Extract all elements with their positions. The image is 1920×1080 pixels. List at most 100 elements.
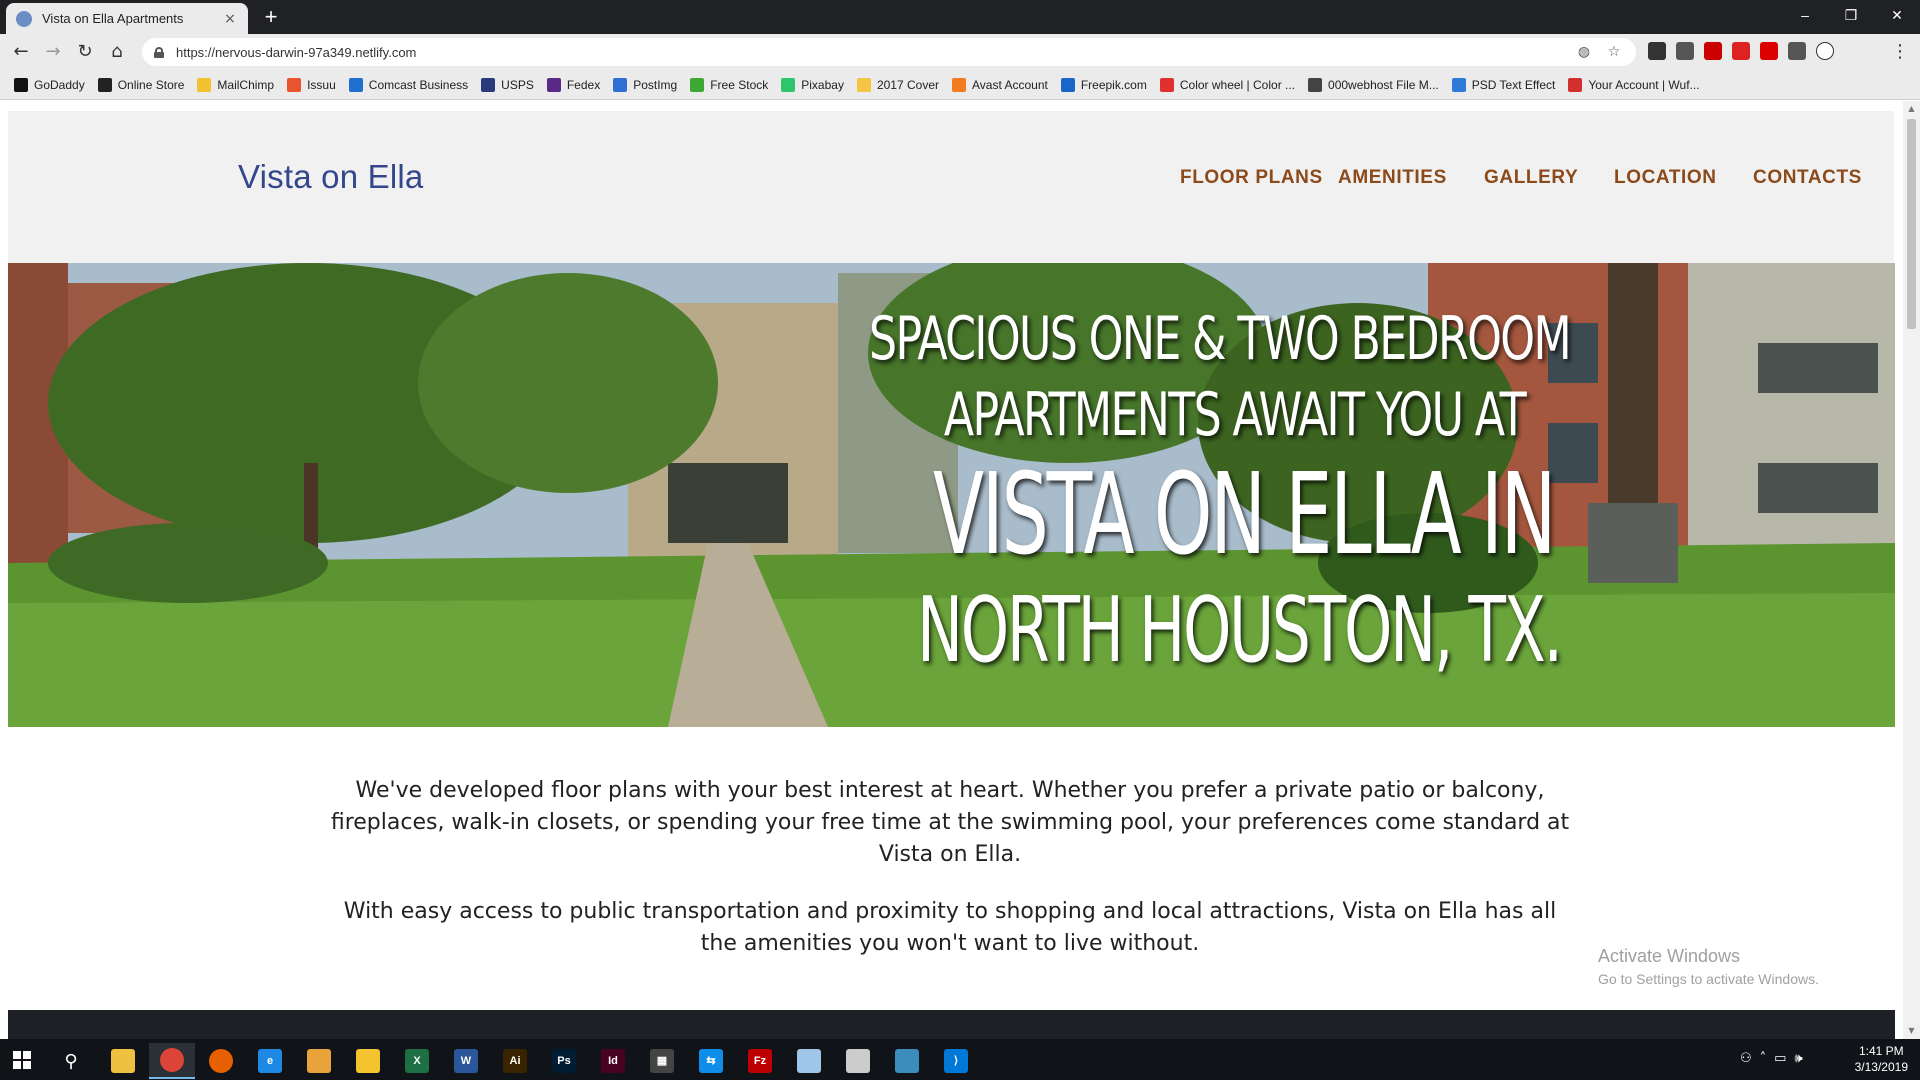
- profile-avatar-icon[interactable]: [1816, 42, 1834, 60]
- firefox-icon[interactable]: [198, 1043, 244, 1079]
- close-window-button[interactable]: ✕: [1874, 0, 1920, 30]
- system-tray: ⚇ ˄ ▭ 🕪: [1740, 1051, 1803, 1066]
- bookmark-item[interactable]: GoDaddy: [14, 77, 85, 92]
- scroll-down-icon[interactable]: ▼: [1903, 1023, 1920, 1039]
- home-icon[interactable]: ⌂: [104, 40, 130, 64]
- indesign-icon[interactable]: Id: [590, 1043, 636, 1079]
- nav-contacts[interactable]: CONTACTS: [1753, 167, 1862, 189]
- forward-arrow-icon[interactable]: →: [40, 40, 66, 64]
- app3-icon[interactable]: [884, 1043, 930, 1079]
- taskbar-clock[interactable]: 1:41 PM 3/13/2019: [1855, 1043, 1908, 1075]
- taskbar-app-glyph: e: [258, 1049, 282, 1073]
- url-text[interactable]: https://nervous-darwin-97a349.netlify.co…: [176, 45, 1564, 60]
- extension-icon[interactable]: [1788, 42, 1806, 60]
- bookmark-label: Your Account | Wuf...: [1588, 77, 1700, 92]
- new-tab-button[interactable]: +: [258, 4, 284, 30]
- bookmark-item[interactable]: Issuu: [287, 77, 336, 92]
- taskbar-app-glyph: [209, 1049, 233, 1073]
- taskbar-app-glyph: ⇆: [699, 1049, 723, 1073]
- bookmark-favicon-icon: [1451, 77, 1466, 92]
- extension-icon[interactable]: [1648, 42, 1666, 60]
- browser-menu-icon[interactable]: ⋮: [1890, 40, 1910, 64]
- bookmark-item[interactable]: PSD Text Effect: [1451, 77, 1555, 92]
- hero-line-4: NORTH HOUSTON, TX.: [917, 578, 1563, 683]
- word-icon[interactable]: W: [443, 1043, 489, 1079]
- app2-icon[interactable]: [835, 1043, 881, 1079]
- network-icon[interactable]: ▭: [1774, 1051, 1786, 1066]
- bookmark-item[interactable]: Online Store: [97, 77, 184, 92]
- bookmark-favicon-icon: [952, 77, 966, 92]
- chrome-icon[interactable]: [149, 1043, 195, 1079]
- search-icon[interactable]: ⚲: [48, 1043, 94, 1079]
- taskbar-app-glyph: [111, 1049, 135, 1073]
- site-header: Vista on Ella FLOOR PLANS AMENITIES GALL…: [8, 111, 1894, 263]
- people-icon[interactable]: ⚇: [1740, 1051, 1752, 1066]
- bookmark-item[interactable]: Free Stock: [690, 77, 768, 92]
- mail-icon[interactable]: [345, 1043, 391, 1079]
- taskbar-app-glyph: [356, 1049, 380, 1073]
- bookmark-favicon-icon: [1060, 77, 1075, 92]
- vscode-icon[interactable]: ⟩: [933, 1043, 979, 1079]
- hero-line-2: APARTMENTS AWAIT YOU AT: [943, 380, 1527, 450]
- nav-location[interactable]: LOCATION: [1614, 167, 1717, 189]
- intro-section: We've developed floor plans with your be…: [330, 775, 1570, 985]
- bookmark-favicon-icon: [1568, 77, 1583, 92]
- reload-icon[interactable]: ↻: [72, 40, 98, 64]
- footer-bar: [8, 1010, 1895, 1039]
- extension-icon[interactable]: [1704, 42, 1722, 60]
- volume-icon[interactable]: 🕪: [1794, 1051, 1802, 1066]
- site-settings-icon[interactable]: ◍: [1574, 42, 1594, 62]
- bookmarks-bar: GoDaddy Online Store MailChimp Issuu Comcast…: [0, 70, 1920, 100]
- hero-headline: SPACIOUS ONE & TWO BEDROOM APARTMENTS AW…: [725, 301, 1572, 685]
- bookmark-item[interactable]: 2017 Cover: [856, 77, 939, 92]
- back-arrow-icon[interactable]: ←: [8, 40, 34, 64]
- bookmark-item[interactable]: MailChimp: [197, 77, 274, 92]
- bookmark-item[interactable]: Your Account | Wuf...: [1568, 77, 1700, 92]
- windows-start-icon[interactable]: [13, 1051, 31, 1069]
- page-viewport: Vista on Ella FLOOR PLANS AMENITIES GALL…: [0, 101, 1920, 1039]
- nav-gallery[interactable]: GALLERY: [1484, 167, 1578, 189]
- app-icon[interactable]: [296, 1043, 342, 1079]
- bookmark-star-icon[interactable]: ☆: [1604, 42, 1624, 62]
- bookmark-item[interactable]: Fedex: [546, 77, 600, 92]
- bookmark-favicon-icon: [1159, 77, 1174, 92]
- bookmark-label: Comcast Business: [368, 77, 469, 92]
- scroll-thumb[interactable]: [1907, 119, 1916, 329]
- bookmark-item[interactable]: Freepik.com: [1060, 77, 1147, 92]
- nav-amenities[interactable]: AMENITIES: [1338, 167, 1447, 189]
- activation-subtitle: Go to Settings to activate Windows.: [1598, 971, 1819, 987]
- notes-icon[interactable]: [786, 1043, 832, 1079]
- tray-chevron-icon[interactable]: ˄: [1760, 1051, 1767, 1066]
- illustrator-icon[interactable]: Ai: [492, 1043, 538, 1079]
- extension-icon[interactable]: [1760, 42, 1778, 60]
- teamviewer-icon[interactable]: ⇆: [688, 1043, 734, 1079]
- nav-floor-plans[interactable]: FLOOR PLANS: [1180, 167, 1323, 189]
- extension-icon[interactable]: [1676, 42, 1694, 60]
- filezilla-icon[interactable]: Fz: [737, 1043, 783, 1079]
- bookmark-label: PostImg: [633, 77, 678, 92]
- tab-close-icon[interactable]: ×: [222, 11, 238, 27]
- calculator-icon[interactable]: ▦: [639, 1043, 685, 1079]
- taskbar-app-glyph: Ps: [552, 1049, 576, 1073]
- address-bar[interactable]: https://nervous-darwin-97a349.netlify.co…: [142, 38, 1636, 66]
- adblock-icon[interactable]: [1732, 42, 1750, 60]
- bookmark-item[interactable]: Comcast Business: [348, 77, 469, 92]
- photoshop-icon[interactable]: Ps: [541, 1043, 587, 1079]
- scroll-up-icon[interactable]: ▲: [1903, 101, 1920, 117]
- bookmark-item[interactable]: USPS: [481, 77, 534, 92]
- bookmark-item[interactable]: Pixabay: [781, 77, 844, 92]
- file-explorer-icon[interactable]: [100, 1043, 146, 1079]
- scrollbar[interactable]: ▲ ▼: [1903, 101, 1920, 1039]
- bookmark-favicon-icon: [856, 77, 871, 92]
- site-brand[interactable]: Vista on Ella: [238, 158, 423, 196]
- restore-button[interactable]: ❐: [1828, 0, 1874, 30]
- bookmark-item[interactable]: Avast Account: [952, 77, 1048, 92]
- excel-icon[interactable]: X: [394, 1043, 440, 1079]
- taskbar-app-glyph: W: [454, 1049, 478, 1073]
- browser-tab[interactable]: Vista on Ella Apartments ×: [6, 3, 248, 34]
- bookmark-item[interactable]: Color wheel | Color ...: [1159, 77, 1295, 92]
- bookmark-item[interactable]: 000webhost File M...: [1308, 77, 1439, 92]
- internet-explorer-icon[interactable]: e: [247, 1043, 293, 1079]
- minimize-button[interactable]: –: [1782, 0, 1828, 30]
- bookmark-item[interactable]: PostImg: [613, 77, 678, 92]
